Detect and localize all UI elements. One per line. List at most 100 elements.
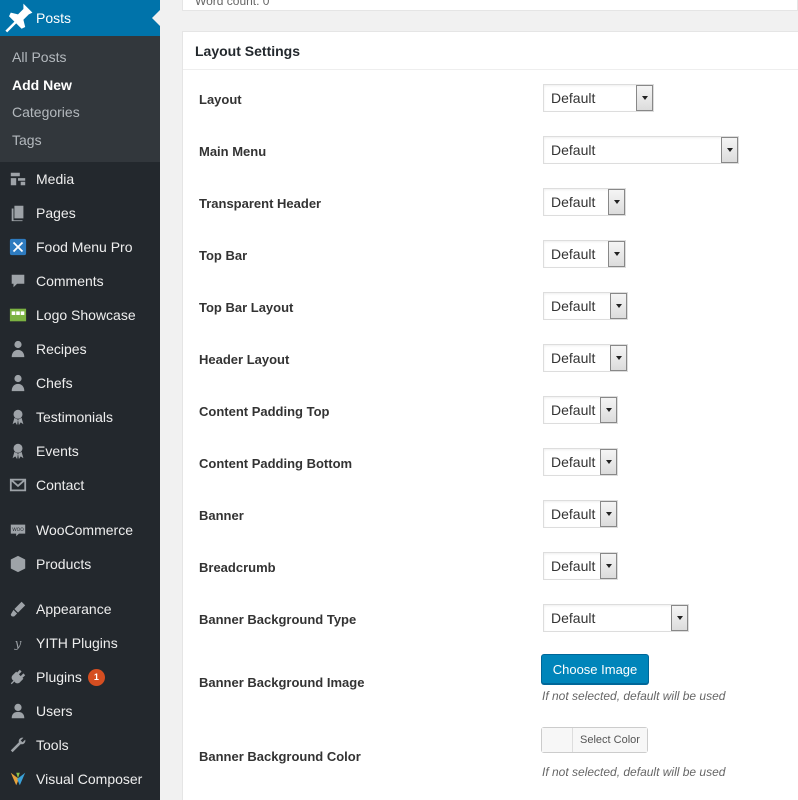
- events-icon: [0, 442, 36, 460]
- admin-sidebar: Posts All Posts Add New Categories Tags …: [0, 0, 160, 800]
- testimonials-icon: [0, 408, 36, 426]
- sidebar-item-logo-showcase[interactable]: Logo Showcase: [0, 298, 160, 332]
- banner-background-type-select[interactable]: Default: [543, 604, 689, 632]
- chevron-down-icon: [600, 501, 617, 527]
- main-menu-select[interactable]: Default: [543, 136, 739, 164]
- chevron-down-icon: [608, 189, 625, 215]
- header-layout-select[interactable]: Default: [543, 344, 628, 372]
- submenu-all-posts[interactable]: All Posts: [12, 49, 66, 65]
- layout-label: Layout: [199, 92, 242, 107]
- sidebar-item-label: Logo Showcase: [36, 307, 136, 323]
- comments-icon: [0, 272, 36, 290]
- logo-showcase-icon: [0, 306, 36, 324]
- select-color-label: Select Color: [573, 728, 647, 752]
- sidebar-item-visual-composer[interactable]: Visual Composer: [0, 762, 160, 796]
- banner-select[interactable]: Default: [543, 500, 618, 528]
- panel-title[interactable]: Layout Settings: [183, 32, 798, 70]
- sidebar-item-label: Chefs: [36, 375, 73, 391]
- top-bar-label: Top Bar: [199, 248, 248, 263]
- sidebar-item-tools[interactable]: Tools: [0, 728, 160, 762]
- choose-image-button[interactable]: Choose Image: [541, 654, 649, 684]
- sidebar-item-label: Visual Composer: [36, 771, 143, 787]
- word-count: Word count: 0: [195, 0, 270, 8]
- layout-settings-panel: Layout Settings Layout Default Main Menu…: [182, 31, 798, 800]
- sidebar-item-label: YITH Plugins: [36, 635, 118, 651]
- top-bar-select[interactable]: Default: [543, 240, 626, 268]
- chevron-down-icon: [608, 241, 625, 267]
- sidebar-item-contact[interactable]: Contact: [0, 468, 160, 502]
- media-icon: [0, 170, 36, 188]
- banner-background-color-label: Banner Background Color: [199, 749, 361, 764]
- products-icon: [0, 555, 36, 573]
- sidebar-item-appearance[interactable]: Appearance: [0, 592, 160, 626]
- chevron-down-icon: [600, 397, 617, 423]
- banner-color-hint: If not selected, default will be used: [542, 765, 726, 779]
- chevron-down-icon: [600, 449, 617, 475]
- sidebar-item-comments[interactable]: Comments: [0, 264, 160, 298]
- sidebar-item-testimonials[interactable]: Testimonials: [0, 400, 160, 434]
- sidebar-item-label: Food Menu Pro: [36, 239, 133, 255]
- sidebar-item-label: Pages: [36, 205, 76, 221]
- recipes-icon: [0, 340, 36, 358]
- content-padding-bottom-select[interactable]: Default: [543, 448, 618, 476]
- transparent-header-label: Transparent Header: [199, 196, 322, 211]
- yith-icon: y: [0, 634, 36, 652]
- chevron-down-icon: [600, 553, 617, 579]
- posts-submenu: All Posts Add New Categories Tags: [0, 36, 160, 162]
- chefs-icon: [0, 374, 36, 392]
- sidebar-item-chefs[interactable]: Chefs: [0, 366, 160, 400]
- sidebar-item-media[interactable]: Media: [0, 162, 160, 196]
- visual-composer-icon: [0, 770, 36, 788]
- sidebar-item-label: Plugins: [36, 669, 82, 685]
- breadcrumb-select[interactable]: Default: [543, 552, 618, 580]
- content-padding-bottom-label: Content Padding Bottom: [199, 456, 353, 471]
- word-count-bar: Word count: 0: [182, 0, 798, 11]
- pin-icon: [0, 0, 36, 36]
- sidebar-item-pages[interactable]: Pages: [0, 196, 160, 230]
- sidebar-item-woocommerce[interactable]: WOO WooCommerce: [0, 513, 160, 547]
- submenu-add-new[interactable]: Add New: [12, 77, 72, 93]
- sidebar-item-label: Contact: [36, 477, 85, 493]
- layout-select[interactable]: Default: [543, 84, 654, 112]
- sidebar-item-yith-plugins[interactable]: y YITH Plugins: [0, 626, 160, 660]
- current-page-arrow: [152, 10, 160, 26]
- content-padding-top-select[interactable]: Default: [543, 396, 618, 424]
- appearance-icon: [0, 600, 36, 618]
- top-bar-layout-label: Top Bar Layout: [199, 300, 294, 315]
- submenu-tags[interactable]: Tags: [12, 132, 42, 148]
- chevron-down-icon: [610, 345, 627, 371]
- pages-icon: [0, 204, 36, 222]
- header-layout-label: Header Layout: [199, 352, 290, 367]
- sidebar-item-plugins[interactable]: Plugins 1: [0, 660, 160, 694]
- woocommerce-icon: WOO: [0, 521, 36, 539]
- sidebar-item-label: Events: [36, 443, 79, 459]
- transparent-header-select[interactable]: Default: [543, 188, 626, 216]
- sidebar-item-label: Comments: [36, 273, 104, 289]
- tools-icon: [0, 736, 36, 754]
- svg-text:y: y: [14, 637, 22, 651]
- sidebar-item-label: Testimonials: [36, 409, 114, 425]
- sidebar-item-label: Media: [36, 171, 75, 187]
- main-menu-label: Main Menu: [199, 144, 267, 159]
- breadcrumb-label: Breadcrumb: [199, 560, 276, 575]
- sidebar-item-label: Tools: [36, 737, 69, 753]
- sidebar-item-posts[interactable]: Posts: [0, 0, 160, 36]
- plugins-icon: [0, 668, 36, 686]
- sidebar-item-users[interactable]: Users: [0, 694, 160, 728]
- sidebar-item-label: Products: [36, 556, 92, 572]
- sidebar-item-events[interactable]: Events: [0, 434, 160, 468]
- food-menu-icon: [0, 238, 36, 256]
- sidebar-item-recipes[interactable]: Recipes: [0, 332, 160, 366]
- select-color-button[interactable]: Select Color: [541, 727, 648, 753]
- contact-icon: [0, 476, 36, 494]
- sidebar-item-food-menu-pro[interactable]: Food Menu Pro: [0, 230, 160, 264]
- top-bar-layout-select[interactable]: Default: [543, 292, 628, 320]
- sidebar-item-label: Users: [36, 703, 73, 719]
- chevron-down-icon: [721, 137, 738, 163]
- sidebar-item-products[interactable]: Products: [0, 547, 160, 581]
- sidebar-item-label: Recipes: [36, 341, 87, 357]
- submenu-categories[interactable]: Categories: [12, 104, 80, 120]
- chevron-down-icon: [636, 85, 653, 111]
- sidebar-item-label: WooCommerce: [36, 522, 133, 538]
- chevron-down-icon: [671, 605, 688, 631]
